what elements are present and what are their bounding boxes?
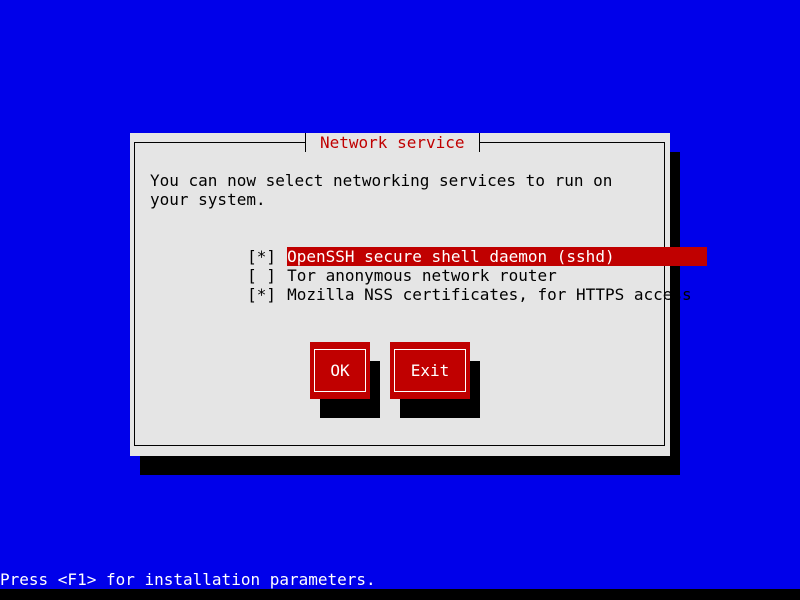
bottom-bar [0,589,800,600]
network-service-dialog: Network service You can now select netwo… [130,133,708,456]
exit-button-label: Exit [410,361,450,380]
dialog-title: Network service [305,133,480,152]
status-hint: Press <F1> for installation parameters. [0,570,376,589]
checkbox-nss-certificates[interactable]: [*] [247,285,287,304]
service-checklist: [*] OpenSSH secure shell daemon (sshd) [ … [170,228,708,304]
option-label[interactable]: OpenSSH secure shell daemon (sshd) [287,247,708,266]
option-label[interactable]: Mozilla NSS certificates, for HTTPS acce… [287,285,692,304]
option-label[interactable]: Tor anonymous network router [287,266,557,285]
exit-button[interactable]: Exit [390,342,470,399]
ok-button-label: OK [330,361,350,380]
dialog-prompt: You can now select networking services t… [150,171,623,209]
checkbox-openssh[interactable]: [*] [247,247,287,266]
checkbox-tor[interactable]: [ ] [247,266,287,285]
installer-screen: Network service You can now select netwo… [0,0,800,600]
option-openssh[interactable]: [*] OpenSSH secure shell daemon (sshd) [170,228,708,266]
ok-button[interactable]: OK [310,342,370,399]
